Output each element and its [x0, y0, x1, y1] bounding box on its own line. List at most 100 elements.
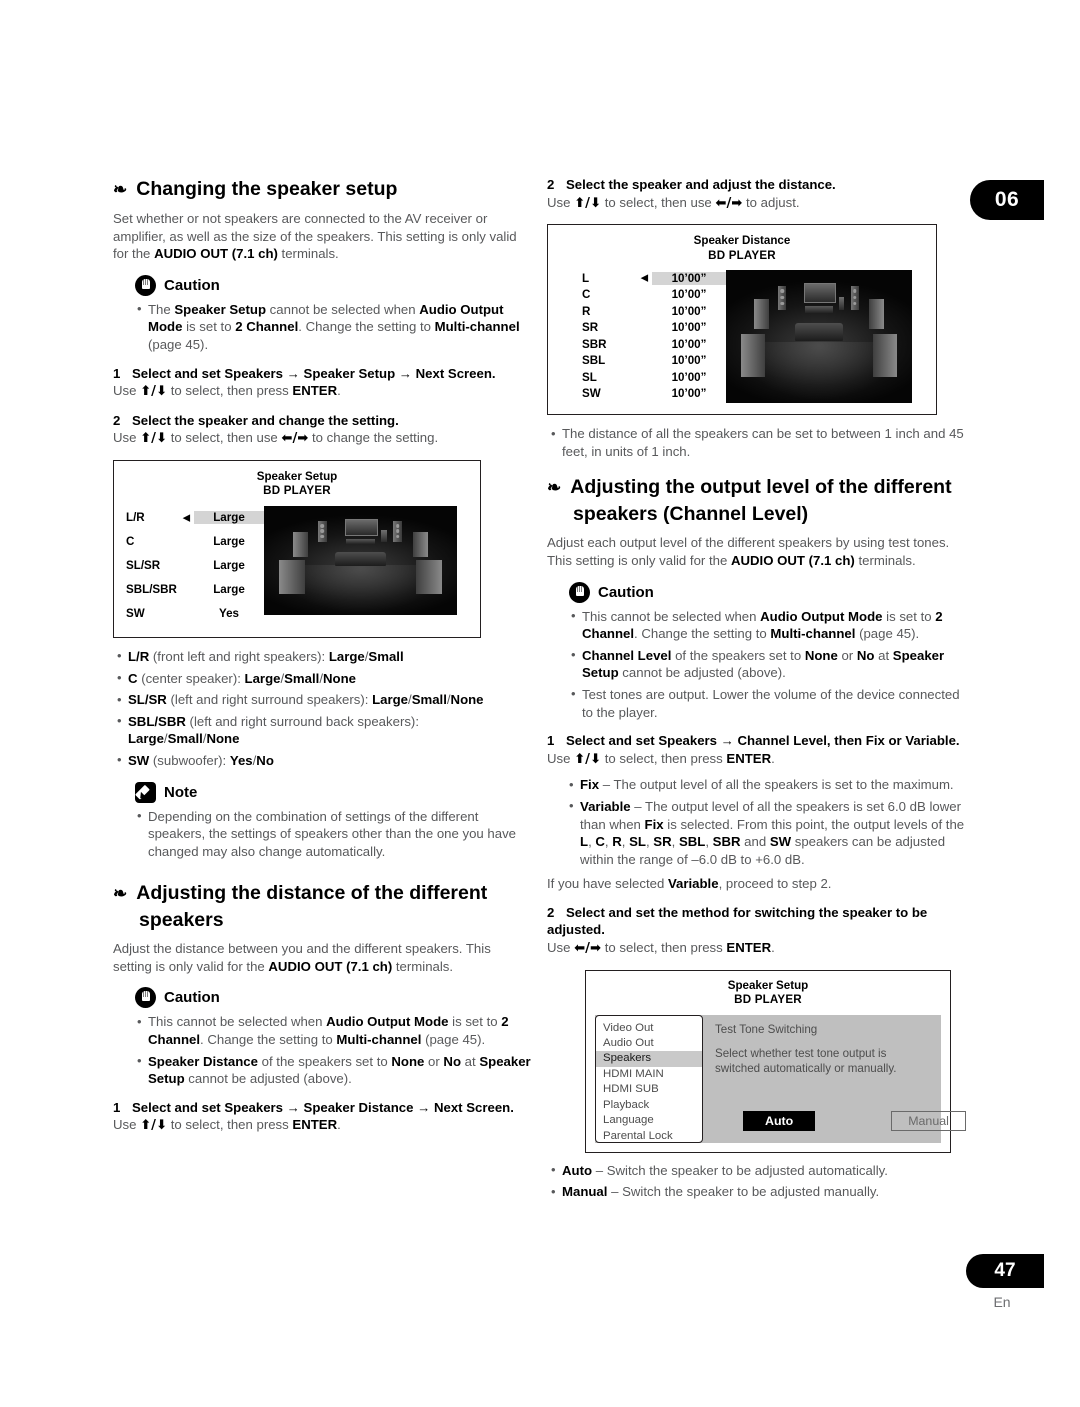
- step-text: Select and set Speakers → Speaker Distan…: [132, 1099, 514, 1115]
- left-column: ❧ Changing the speaker setup Set whether …: [113, 176, 533, 1143]
- setting-value[interactable]: Large: [194, 583, 264, 596]
- speaker-setup-rows: L/R◀Large▶ C Large SL/SR Large SBL/SBR Large SW…: [124, 506, 275, 626]
- step-1-heading-distance: 1 Select and set Speakers → Speaker Dista…: [113, 1099, 533, 1117]
- chapter-tab: 06: [970, 180, 1044, 220]
- diamond-bullet-icon: ❧: [113, 180, 128, 199]
- left-arrow-icon[interactable]: ◀: [641, 273, 648, 284]
- tv-icon: [804, 283, 836, 303]
- menu-item[interactable]: Language: [596, 1113, 702, 1128]
- setting-row[interactable]: R 10’00”: [558, 303, 726, 320]
- setting-value[interactable]: ◀Large▶: [183, 511, 275, 525]
- settings-menu-list[interactable]: Video Out Audio Out Speakers HDMI MAIN HDMI …: [595, 1014, 703, 1144]
- speaker-option-list: L/R (front left and right speakers): Lar…: [113, 647, 533, 770]
- menu-item[interactable]: Audio Out: [596, 1036, 702, 1051]
- menu-screenshot-title: Speaker Setup BD PLAYER: [595, 979, 941, 1008]
- heading-text: Adjusting the output level of the differ…: [570, 476, 952, 526]
- page-footer: 47 En: [966, 1254, 1044, 1310]
- setting-value[interactable]: 10’00”: [652, 387, 726, 400]
- setting-value[interactable]: 10’00”: [652, 321, 726, 334]
- list-item: Depending on the combination of settings…: [133, 807, 533, 861]
- caution-header-2: Caution: [135, 987, 533, 1009]
- page-number: 47: [994, 1260, 1016, 1281]
- menu-item[interactable]: Video Out: [596, 1021, 702, 1036]
- step-number: 1: [113, 1099, 121, 1115]
- front-right-speaker-icon: [393, 521, 402, 542]
- screenshot-body: L ◀10’00”▶ C 10’00” R 10’00” SR 10’00” SBR 10’00”…: [558, 270, 926, 404]
- front-left-speaker-icon: [318, 521, 327, 542]
- setting-value[interactable]: Large: [194, 559, 264, 572]
- setting-value[interactable]: ◀10’00”▶: [641, 271, 737, 285]
- setting-label: SBR: [582, 337, 607, 351]
- proceed-to-step-2-text: If you have selected Variable, proceed t…: [547, 876, 832, 892]
- setting-value[interactable]: 10’00”: [652, 338, 726, 351]
- chapter-number: 06: [994, 188, 1020, 211]
- step-2-sub-setup: Use ⬆/⬇ to select, then use ⬅/➡ to chang…: [113, 430, 439, 447]
- manual-button[interactable]: Manual: [891, 1110, 966, 1131]
- surround-back-left-speaker-icon: [740, 334, 766, 377]
- setting-row[interactable]: SW Yes: [124, 602, 264, 626]
- list-item: The Speaker Setup cannot be selected whe…: [133, 300, 533, 354]
- left-arrow-icon[interactable]: ◀: [183, 512, 190, 523]
- list-item: SBL/SBR (left and right surround back sp…: [113, 712, 533, 748]
- caution-list-3: This cannot be selected when Audio Outpu…: [567, 607, 967, 722]
- setting-row[interactable]: C 10’00”: [558, 287, 726, 304]
- step-text: Select and set the method for switching …: [547, 904, 928, 938]
- step-2-heading-setup: 2 Select the speaker and change the setti…: [113, 412, 533, 430]
- setting-value[interactable]: 10’00”: [652, 371, 726, 384]
- list-item: Auto – Switch the speaker to be adjusted…: [547, 1161, 967, 1180]
- menu-item[interactable]: Playback: [596, 1098, 702, 1113]
- setting-row[interactable]: SL/SR Large: [124, 554, 264, 578]
- list-item: Speaker Distance of the speakers set to …: [133, 1052, 533, 1088]
- setting-value[interactable]: Yes: [194, 607, 264, 620]
- menu-item[interactable]: HDMI MAIN: [596, 1067, 702, 1082]
- screenshot-body: L/R◀Large▶ C Large SL/SR Large SBL/SBR Large SW…: [124, 505, 470, 626]
- section2-intro: Adjust the distance between you and the …: [113, 941, 491, 974]
- section-heading-adjusting-distance: ❧ Adjusting the distance of the different…: [113, 880, 533, 933]
- menu-item[interactable]: Speakers: [596, 1051, 702, 1067]
- section1-intro: Set whether or not speakers are connecte…: [113, 211, 517, 262]
- setting-label: SW: [126, 607, 145, 621]
- list-item: SW (subwoofer): Yes/No: [113, 751, 533, 770]
- setting-value[interactable]: 10’00”: [652, 288, 726, 301]
- caution-hand-icon: [569, 581, 590, 603]
- setting-value[interactable]: Large: [194, 535, 264, 548]
- setting-label: SR: [582, 321, 599, 335]
- setting-label: C: [582, 288, 591, 302]
- menu-detail-pane: Test Tone Switching Select whether test …: [703, 1015, 966, 1143]
- auto-button[interactable]: Auto: [743, 1110, 816, 1131]
- setting-value[interactable]: 10’00”: [652, 354, 726, 367]
- setting-row[interactable]: SBL 10’00”: [558, 353, 726, 370]
- step-text: Select the speaker and adjust the distan…: [566, 177, 836, 192]
- setting-row[interactable]: C Large: [124, 530, 264, 554]
- fix-variable-list: Fix – The output level of all the speake…: [565, 776, 967, 868]
- step-2-heading-channel-level: 2 Select and set the method for switching…: [547, 904, 967, 939]
- note-header-1: Note: [135, 781, 533, 803]
- surround-back-left-speaker-icon: [279, 560, 305, 595]
- tv-icon: [345, 519, 378, 537]
- setting-row[interactable]: L/R◀Large▶: [124, 506, 275, 530]
- setting-row[interactable]: SL 10’00”: [558, 369, 726, 386]
- setting-value[interactable]: 10’00”: [652, 305, 726, 318]
- setting-row[interactable]: SW 10’00”: [558, 386, 726, 403]
- screenshot-title: Speaker Setup BD PLAYER: [124, 470, 470, 499]
- surround-back-right-speaker-icon: [416, 560, 442, 595]
- setting-row[interactable]: SBL/SBR Large: [124, 578, 264, 602]
- caution-label: Caution: [164, 989, 220, 1007]
- right-column: 2 Select the speaker and adjust the dista…: [547, 176, 967, 1205]
- screenshot-title-sub: BD PLAYER: [263, 484, 331, 498]
- list-item: Variable – The output level of all the s…: [565, 797, 967, 868]
- test-tone-switching-screenshot: Speaker Setup BD PLAYER Video Out Audio O…: [585, 969, 966, 1153]
- setting-row[interactable]: SR 10’00”: [558, 320, 726, 337]
- menu-item[interactable]: Parental Lock: [596, 1129, 702, 1144]
- setting-row[interactable]: SBR 10’00”: [558, 336, 726, 353]
- distance-range-list: The distance of all the speakers can be …: [547, 425, 967, 460]
- setting-label: C: [126, 535, 135, 549]
- menu-item[interactable]: HDMI SUB: [596, 1082, 702, 1097]
- list-item: SL/SR (left and right surround speakers)…: [113, 691, 533, 709]
- room-illustration: [264, 505, 457, 615]
- caution-list-1: The Speaker Setup cannot be selected whe…: [133, 300, 533, 354]
- section-heading-changing-speaker-setup: ❧ Changing the speaker setup: [113, 176, 533, 203]
- setting-row[interactable]: L ◀10’00”▶: [558, 270, 737, 287]
- screenshot-title-main: Speaker Setup: [256, 469, 338, 483]
- setting-label: SBL/SBR: [126, 583, 177, 597]
